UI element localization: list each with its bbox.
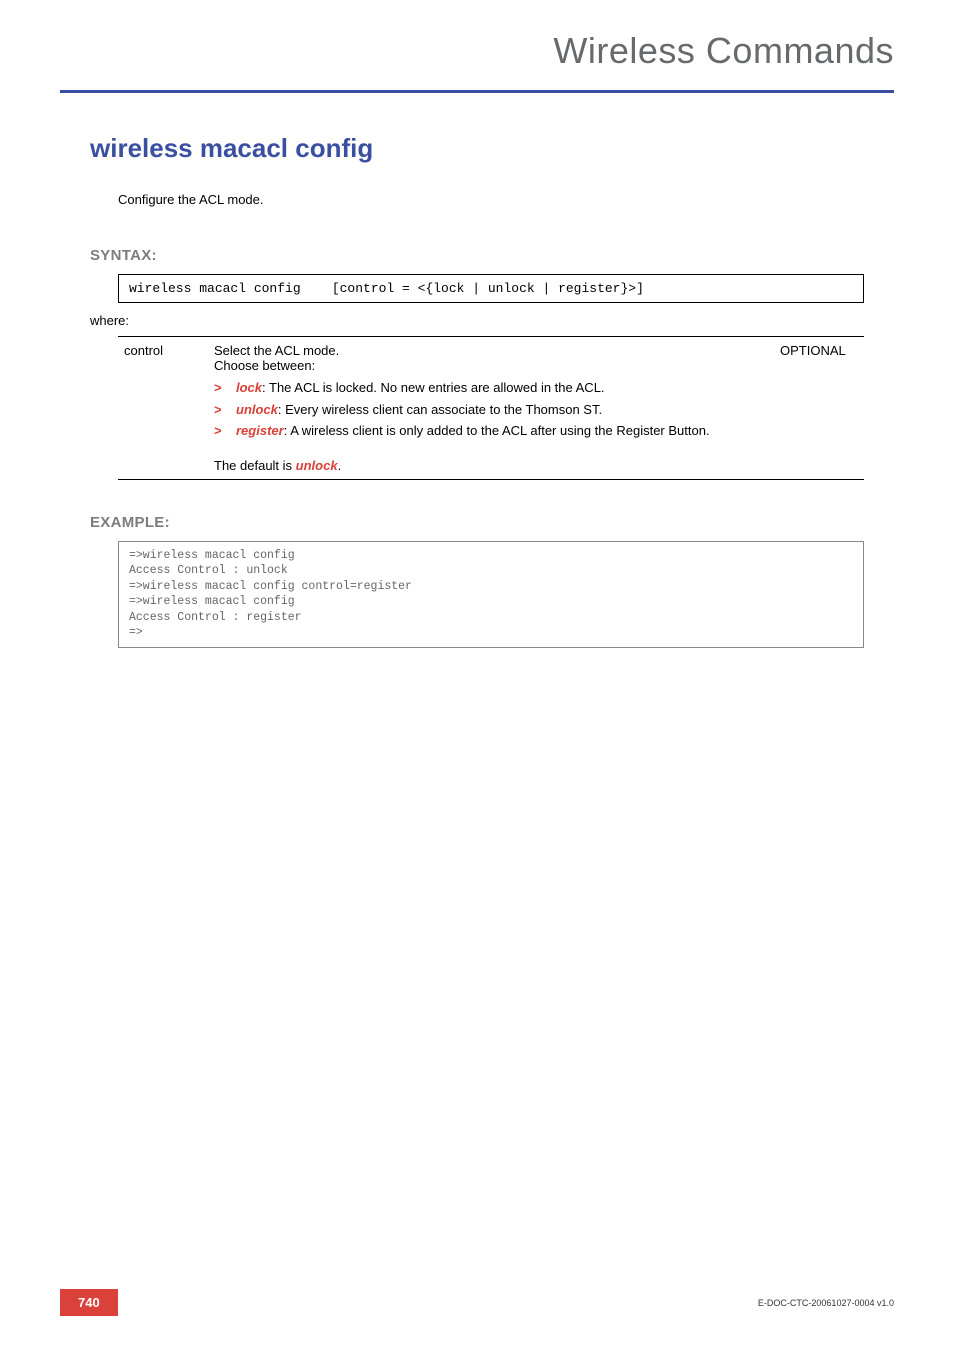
param-name: control <box>118 337 208 452</box>
option-keyword: register <box>236 423 284 438</box>
content: wireless macacl config Configure the ACL… <box>0 93 954 648</box>
option-keyword: unlock <box>236 402 278 417</box>
default-keyword: unlock <box>296 458 338 473</box>
default-prefix: The default is <box>214 458 296 473</box>
option-keyword: lock <box>236 380 262 395</box>
example-code: =>wireless macacl config Access Control … <box>118 541 864 648</box>
list-item: > unlock: Every wireless client can asso… <box>214 401 768 419</box>
table-row: The default is unlock. <box>118 452 864 480</box>
example-heading: EXAMPLE: <box>90 514 864 531</box>
param-desc-lead: Select the ACL mode. Choose between: <box>214 343 768 373</box>
header-title: Wireless Commands <box>60 30 894 72</box>
command-intro: Configure the ACL mode. <box>118 192 864 207</box>
param-desc: Select the ACL mode. Choose between: > l… <box>208 337 774 452</box>
list-item: > register: A wireless client is only ad… <box>214 422 768 440</box>
doc-id: E-DOC-CTC-20061027-0004 v1.0 <box>758 1298 894 1308</box>
param-default: The default is unlock. <box>208 452 774 480</box>
syntax-heading: SYNTAX: <box>90 247 864 264</box>
param-options: > lock: The ACL is locked. No new entrie… <box>214 379 768 440</box>
where-label: where: <box>90 313 864 328</box>
page-number: 740 <box>60 1289 118 1316</box>
option-text: : The ACL is locked. No new entries are … <box>262 380 605 395</box>
chevron-icon: > <box>214 401 222 419</box>
list-item: > lock: The ACL is locked. No new entrie… <box>214 379 768 397</box>
param-optional: OPTIONAL <box>774 337 864 452</box>
option-text: : A wireless client is only added to the… <box>284 423 710 438</box>
chevron-icon: > <box>214 422 222 440</box>
header: Wireless Commands <box>0 0 954 82</box>
table-row: control Select the ACL mode. Choose betw… <box>118 337 864 452</box>
syntax-code: wireless macacl config [control = <{lock… <box>118 274 864 303</box>
command-title: wireless macacl config <box>90 133 864 164</box>
chevron-icon: > <box>214 379 222 397</box>
option-text: : Every wireless client can associate to… <box>278 402 602 417</box>
footer: 740 E-DOC-CTC-20061027-0004 v1.0 <box>0 1289 954 1316</box>
default-suffix: . <box>338 458 342 473</box>
example-section: EXAMPLE: =>wireless macacl config Access… <box>90 514 864 648</box>
param-table: control Select the ACL mode. Choose betw… <box>118 336 864 480</box>
